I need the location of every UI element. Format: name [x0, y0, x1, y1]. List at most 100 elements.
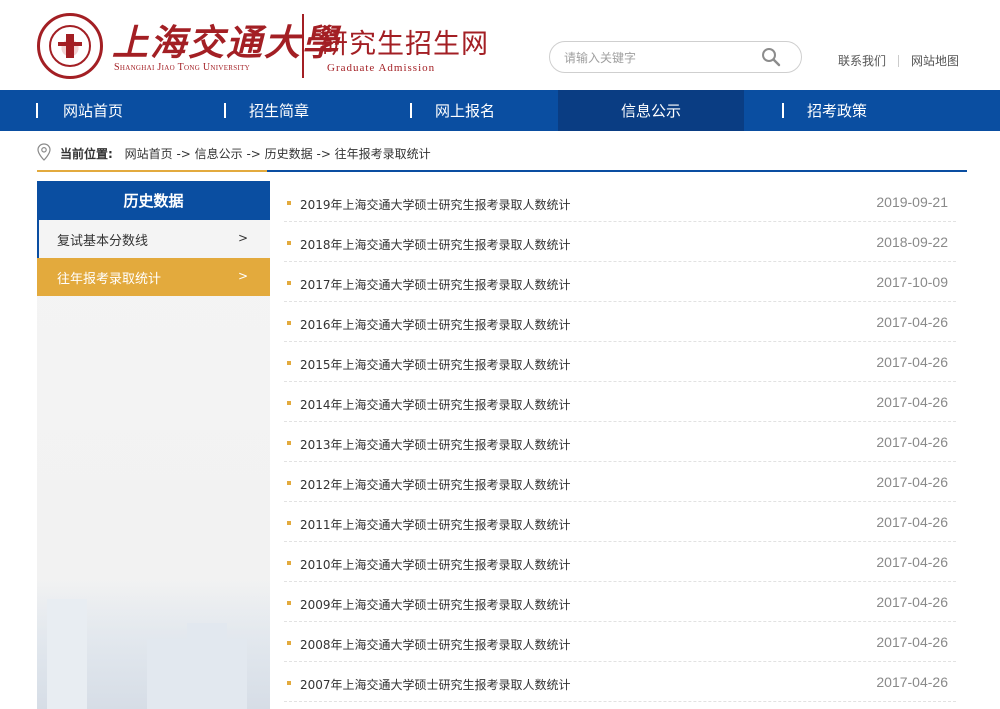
decorative-building: [187, 623, 227, 639]
bullet-icon: [287, 241, 291, 245]
breadcrumb-text: 当前位置: 网站首页 -> 信息公示 -> 历史数据 -> 往年报考录取统计: [60, 145, 431, 162]
nav-item-info-disclosure[interactable]: 信息公示: [558, 90, 744, 131]
bullet-icon: [287, 441, 291, 445]
list-item-title[interactable]: 2009年上海交通大学硕士研究生报考录取人数统计: [300, 596, 571, 613]
list-item-title[interactable]: 2007年上海交通大学硕士研究生报考录取人数统计: [300, 676, 571, 693]
list-item-date: 2017-04-26: [876, 354, 948, 370]
list-item-title[interactable]: 2017年上海交通大学硕士研究生报考录取人数统计: [300, 276, 571, 293]
bullet-icon: [287, 201, 291, 205]
breadcrumb: 当前位置: 网站首页 -> 信息公示 -> 历史数据 -> 往年报考录取统计: [37, 143, 967, 171]
list-item-title[interactable]: 2014年上海交通大学硕士研究生报考录取人数统计: [300, 396, 571, 413]
bullet-icon: [287, 481, 291, 485]
nav-separator: [36, 103, 38, 118]
list-item[interactable]: 2014年上海交通大学硕士研究生报考录取人数统计 2017-04-26: [284, 382, 956, 422]
bullet-icon: [287, 281, 291, 285]
main-nav: 网站首页 招生简章 网上报名 信息公示 招考政策: [0, 90, 1000, 131]
list-item-title[interactable]: 2015年上海交通大学硕士研究生报考录取人数统计: [300, 356, 571, 373]
list-item[interactable]: 2011年上海交通大学硕士研究生报考录取人数统计 2017-04-26: [284, 502, 956, 542]
bullet-icon: [287, 521, 291, 525]
article-list: 2019年上海交通大学硕士研究生报考录取人数统计 2019-09-21 2018年…: [284, 182, 956, 702]
university-name-en: Shanghai Jiao Tong University: [114, 62, 251, 73]
list-item-title[interactable]: 2010年上海交通大学硕士研究生报考录取人数统计: [300, 556, 571, 573]
nav-item-home[interactable]: 网站首页: [0, 90, 186, 131]
decorative-building: [47, 599, 87, 709]
bullet-icon: [287, 561, 291, 565]
list-item[interactable]: 2018年上海交通大学硕士研究生报考录取人数统计 2018-09-22: [284, 222, 956, 262]
list-item-title[interactable]: 2019年上海交通大学硕士研究生报考录取人数统计: [300, 196, 571, 213]
list-item-date: 2017-04-26: [876, 594, 948, 610]
search-input[interactable]: [564, 48, 744, 68]
list-item[interactable]: 2015年上海交通大学硕士研究生报考录取人数统计 2017-04-26: [284, 342, 956, 382]
university-seal-logo[interactable]: [37, 13, 103, 79]
nav-separator: [782, 103, 784, 118]
bullet-icon: [287, 321, 291, 325]
contact-us-link[interactable]: 联系我们: [838, 52, 886, 69]
list-item-title[interactable]: 2016年上海交通大学硕士研究生报考录取人数统计: [300, 316, 571, 333]
list-item-date: 2019-09-21: [876, 194, 948, 210]
list-item-title[interactable]: 2011年上海交通大学硕士研究生报考录取人数统计: [300, 516, 571, 533]
list-item[interactable]: 2008年上海交通大学硕士研究生报考录取人数统计 2017-04-26: [284, 622, 956, 662]
breadcrumb-path[interactable]: 网站首页 -> 信息公示 -> 历史数据 -> 往年报考录取统计: [125, 147, 431, 161]
decorative-building: [147, 639, 247, 709]
search-icon[interactable]: [761, 47, 781, 67]
list-item[interactable]: 2012年上海交通大学硕士研究生报考录取人数统计 2017-04-26: [284, 462, 956, 502]
nav-item-exam-policy[interactable]: 招考政策: [744, 90, 930, 131]
sidebar: 历史数据 复试基本分数线 > 往年报考录取统计 >: [37, 181, 270, 709]
university-name-cn[interactable]: 上海交通大學: [112, 14, 340, 66]
list-item-title[interactable]: 2012年上海交通大学硕士研究生报考录取人数统计: [300, 476, 571, 493]
list-item-date: 2017-10-09: [876, 274, 948, 290]
list-item-date: 2017-04-26: [876, 314, 948, 330]
list-item[interactable]: 2016年上海交通大学硕士研究生报考录取人数统计 2017-04-26: [284, 302, 956, 342]
list-item-date: 2017-04-26: [876, 634, 948, 650]
list-item-title[interactable]: 2008年上海交通大学硕士研究生报考录取人数统计: [300, 636, 571, 653]
list-item-date: 2017-04-26: [876, 554, 948, 570]
list-item[interactable]: 2010年上海交通大学硕士研究生报考录取人数统计 2017-04-26: [284, 542, 956, 582]
list-item[interactable]: 2009年上海交通大学硕士研究生报考录取人数统计 2017-04-26: [284, 582, 956, 622]
nav-item-label: 网站首页: [62, 102, 123, 120]
list-item[interactable]: 2013年上海交通大学硕士研究生报考录取人数统计 2017-04-26: [284, 422, 956, 462]
list-item-date: 2017-04-26: [876, 474, 948, 490]
list-item-date: 2017-04-26: [876, 394, 948, 410]
nav-item-label: 网上报名: [434, 102, 495, 120]
sidebar-item-label: 往年报考录取统计: [57, 271, 162, 287]
breadcrumb-underline: [37, 170, 967, 172]
nav-item-admission-guide[interactable]: 招生简章: [186, 90, 372, 131]
list-item-date: 2017-04-26: [876, 514, 948, 530]
sidebar-item-past-admission-stats[interactable]: 往年报考录取统计 >: [37, 258, 270, 296]
list-item-title[interactable]: 2018年上海交通大学硕士研究生报考录取人数统计: [300, 236, 571, 253]
sidebar-campus-image: [37, 579, 270, 709]
list-item-date: 2017-04-26: [876, 674, 948, 690]
chevron-right-icon: >: [237, 231, 248, 245]
list-item[interactable]: 2017年上海交通大学硕士研究生报考录取人数统计 2017-10-09: [284, 262, 956, 302]
nav-separator: [410, 103, 412, 118]
bullet-icon: [287, 401, 291, 405]
site-map-link[interactable]: 网站地图: [911, 52, 959, 69]
sidebar-title: 历史数据: [37, 181, 270, 220]
bullet-icon: [287, 361, 291, 365]
bullet-icon: [287, 681, 291, 685]
sidebar-item-retest-score-line[interactable]: 复试基本分数线 >: [37, 220, 270, 258]
nav-item-label: 信息公示: [620, 102, 681, 120]
search-box: [549, 41, 802, 73]
top-links: 联系我们 网站地图: [838, 52, 959, 69]
sidebar-item-label: 复试基本分数线: [57, 233, 149, 249]
breadcrumb-underline-accent: [37, 170, 267, 172]
location-pin-icon: [37, 143, 51, 161]
bullet-icon: [287, 601, 291, 605]
seal-tower-icon: [58, 34, 82, 58]
nav-separator: [224, 103, 226, 118]
breadcrumb-label: 当前位置:: [60, 147, 113, 161]
list-item[interactable]: 2019年上海交通大学硕士研究生报考录取人数统计 2019-09-21: [284, 182, 956, 222]
site-title-en: Graduate Admission: [327, 62, 436, 74]
link-separator: [898, 54, 900, 67]
list-item[interactable]: 2007年上海交通大学硕士研究生报考录取人数统计 2017-04-26: [284, 662, 956, 702]
list-item-date: 2018-09-22: [876, 234, 948, 250]
chevron-right-icon: >: [237, 269, 248, 283]
nav-item-label: 招考政策: [806, 102, 867, 120]
list-item-date: 2017-04-26: [876, 434, 948, 450]
list-item-title[interactable]: 2013年上海交通大学硕士研究生报考录取人数统计: [300, 436, 571, 453]
nav-item-online-registration[interactable]: 网上报名: [372, 90, 558, 131]
site-header: 上海交通大學 Shanghai Jiao Tong University 研究生…: [0, 0, 1000, 90]
site-title-cn: 研究生招生网: [321, 29, 489, 60]
nav-item-label: 招生简章: [248, 102, 309, 120]
